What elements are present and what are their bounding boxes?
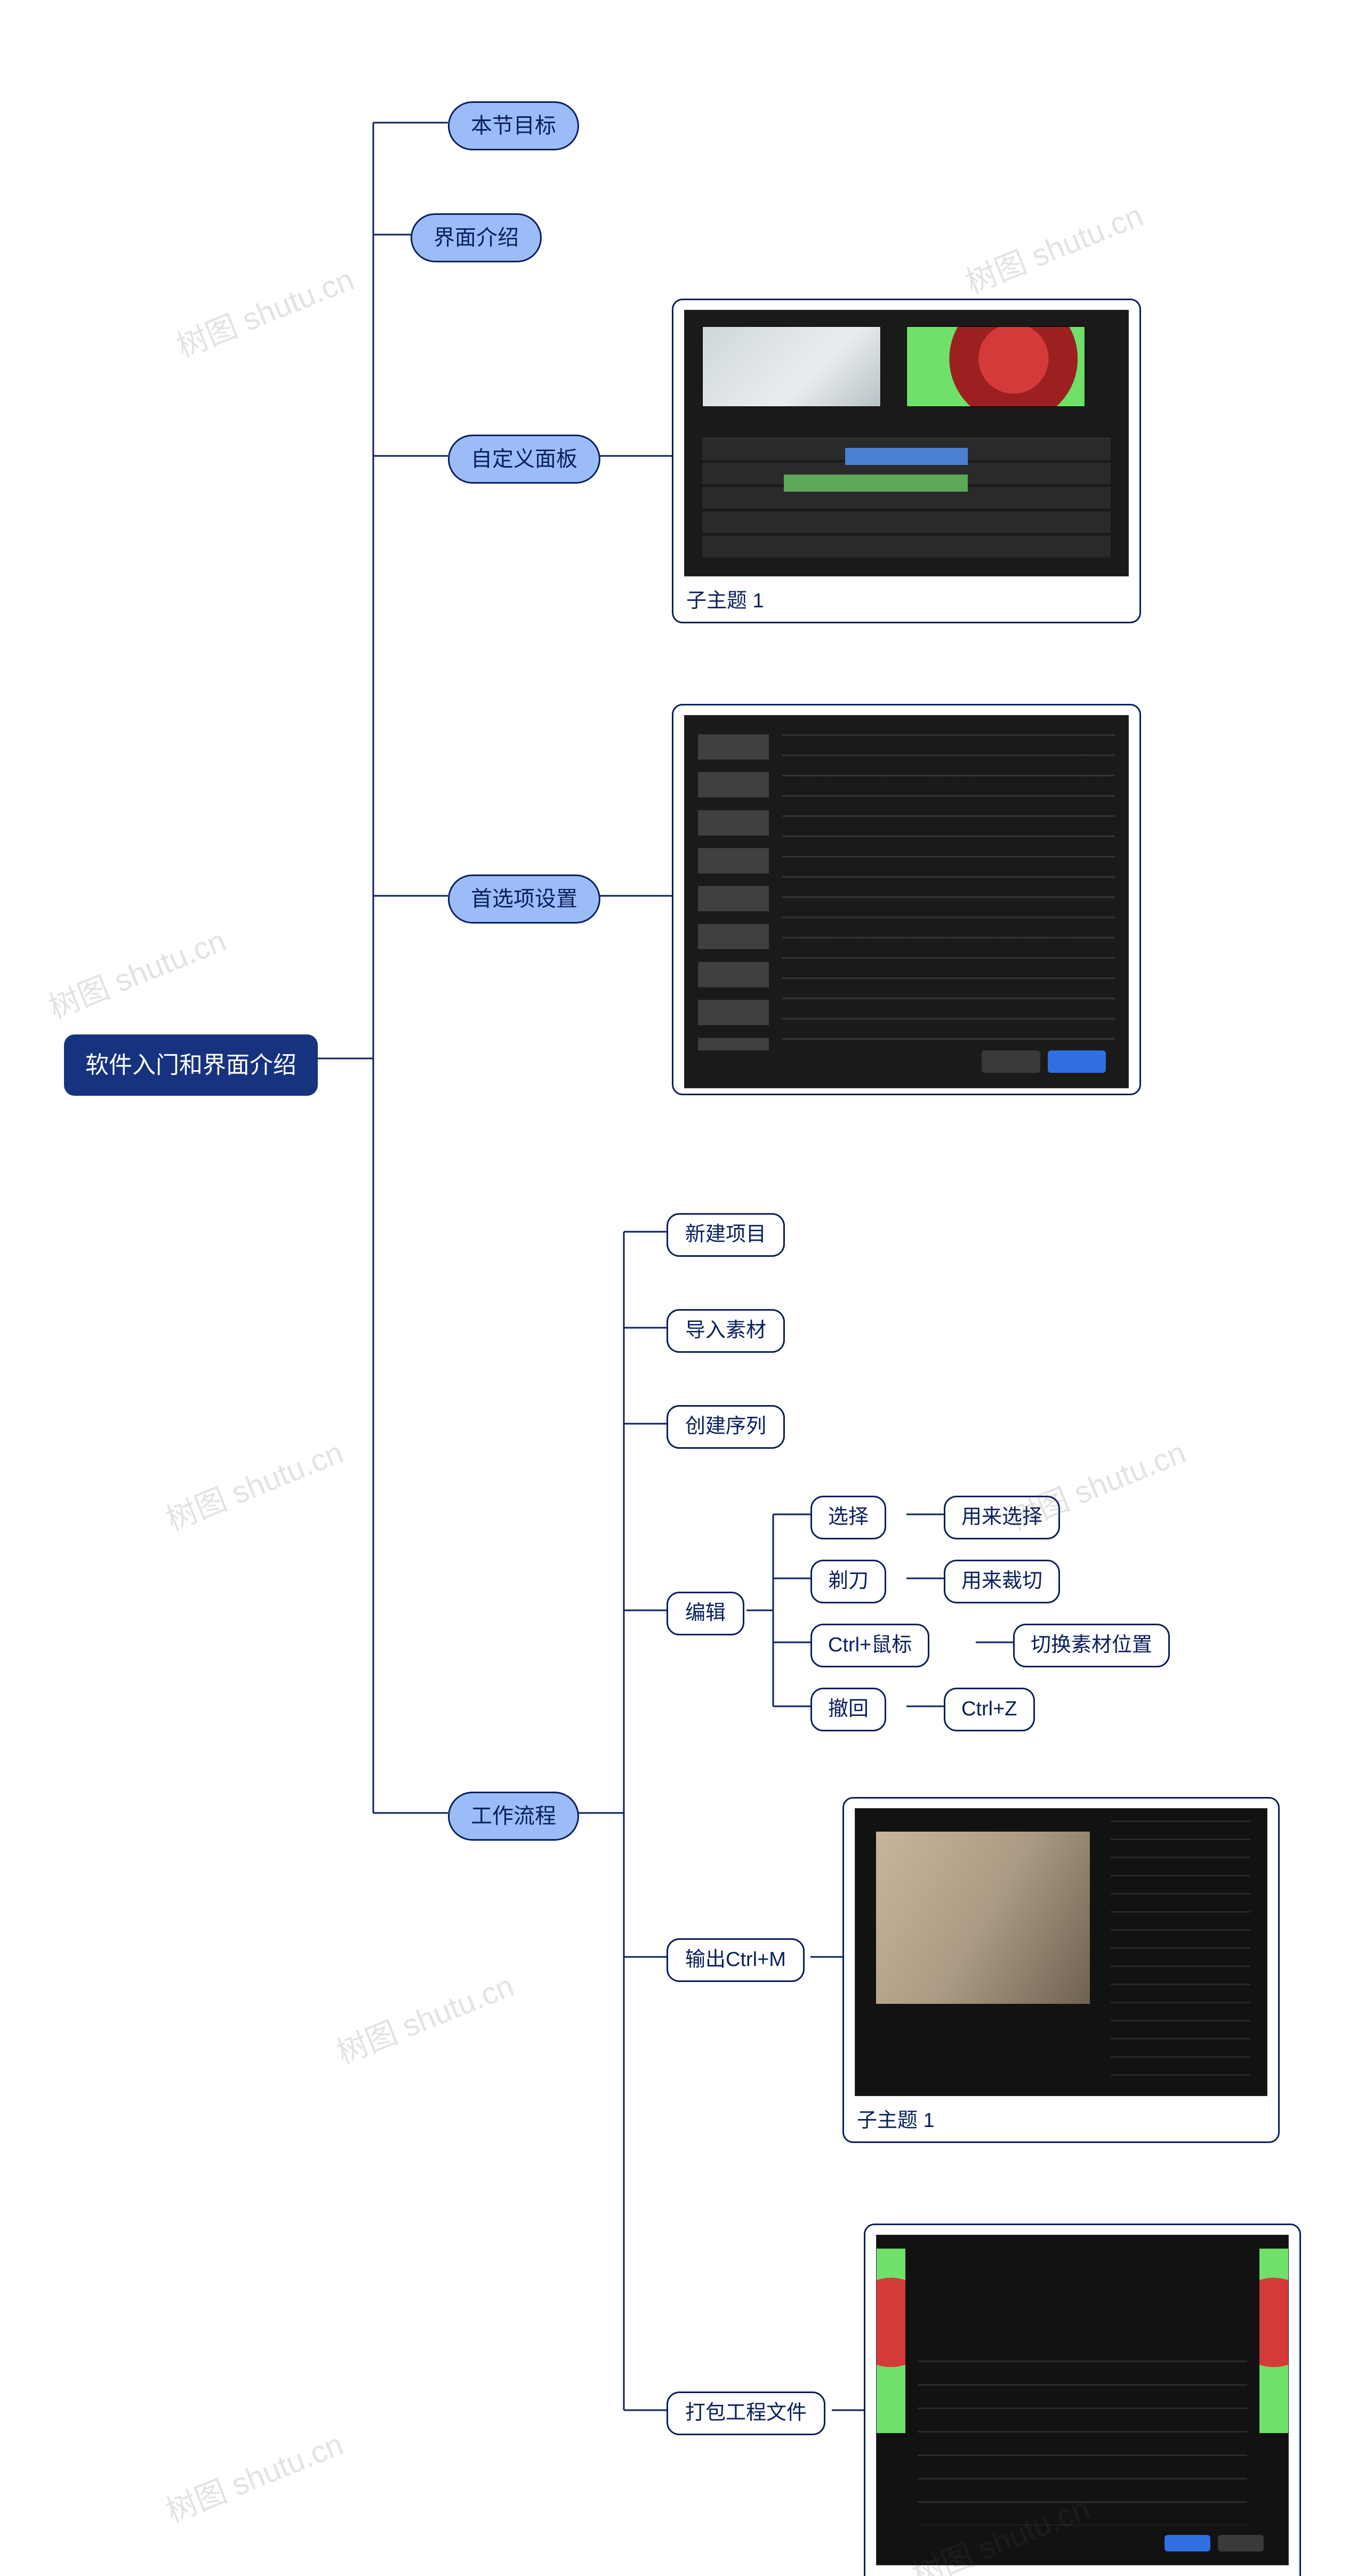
workflow-new-project[interactable]: 新建项目 [667, 1213, 785, 1257]
premiere-editor-screenshot [684, 310, 1129, 576]
watermark: 树图 shutu.cn [41, 916, 231, 1028]
branch-ui-intro[interactable]: 界面介绍 [411, 213, 542, 262]
branch-custom-panel[interactable]: 自定义面板 [448, 435, 600, 484]
workflow-package[interactable]: 打包工程文件 [667, 2392, 825, 2435]
watermark: 树图 shutu.cn [158, 1427, 349, 1539]
edit-undo[interactable]: 撤回 [810, 1688, 886, 1731]
preferences-dialog-screenshot [684, 715, 1129, 1088]
workflow-export[interactable]: 输出Ctrl+M [667, 1938, 805, 1982]
watermark: 树图 shutu.cn [329, 1961, 519, 2073]
watermark: 树图 shutu.cn [958, 190, 1149, 302]
branch-preferences[interactable]: 首选项设置 [448, 874, 600, 924]
project-manager-screenshot [876, 2235, 1289, 2565]
package-screenshot-card[interactable]: 子主题 1 [864, 2224, 1301, 2576]
workflow-import[interactable]: 导入素材 [667, 1309, 785, 1353]
watermark: 树图 shutu.cn [169, 254, 359, 366]
edit-select-desc[interactable]: 用来选择 [944, 1496, 1060, 1539]
edit-razor-desc[interactable]: 用来裁切 [944, 1560, 1060, 1603]
edit-razor[interactable]: 剃刀 [810, 1560, 886, 1603]
preferences-screenshot-card[interactable] [672, 704, 1141, 1095]
root-node[interactable]: 软件入门和界面介绍 [64, 1034, 318, 1096]
watermark: 树图 shutu.cn [158, 2419, 349, 2531]
edit-ctrl-mouse-desc[interactable]: 切换素材位置 [1013, 1624, 1170, 1667]
export-dialog-screenshot [855, 1808, 1267, 2096]
workflow-create-sequence[interactable]: 创建序列 [667, 1405, 785, 1449]
custom-panel-screenshot-card[interactable]: 子主题 1 [672, 299, 1141, 623]
export-screenshot-card[interactable]: 子主题 1 [842, 1797, 1280, 2143]
workflow-edit[interactable]: 编辑 [667, 1592, 744, 1635]
branch-goal[interactable]: 本节目标 [448, 101, 579, 150]
edit-ctrl-mouse[interactable]: Ctrl+鼠标 [810, 1624, 929, 1667]
screenshot-caption: 子主题 1 [876, 2565, 1289, 2576]
screenshot-caption: 子主题 1 [684, 576, 1129, 616]
mindmap-canvas: 软件入门和界面介绍 本节目标 界面介绍 自定义面板 首选项设置 工作流程 子主题… [0, 0, 1365, 2576]
branch-workflow[interactable]: 工作流程 [448, 1792, 579, 1841]
edit-select[interactable]: 选择 [810, 1496, 886, 1539]
screenshot-caption: 子主题 1 [855, 2096, 1267, 2136]
edit-undo-desc[interactable]: Ctrl+Z [944, 1688, 1035, 1731]
